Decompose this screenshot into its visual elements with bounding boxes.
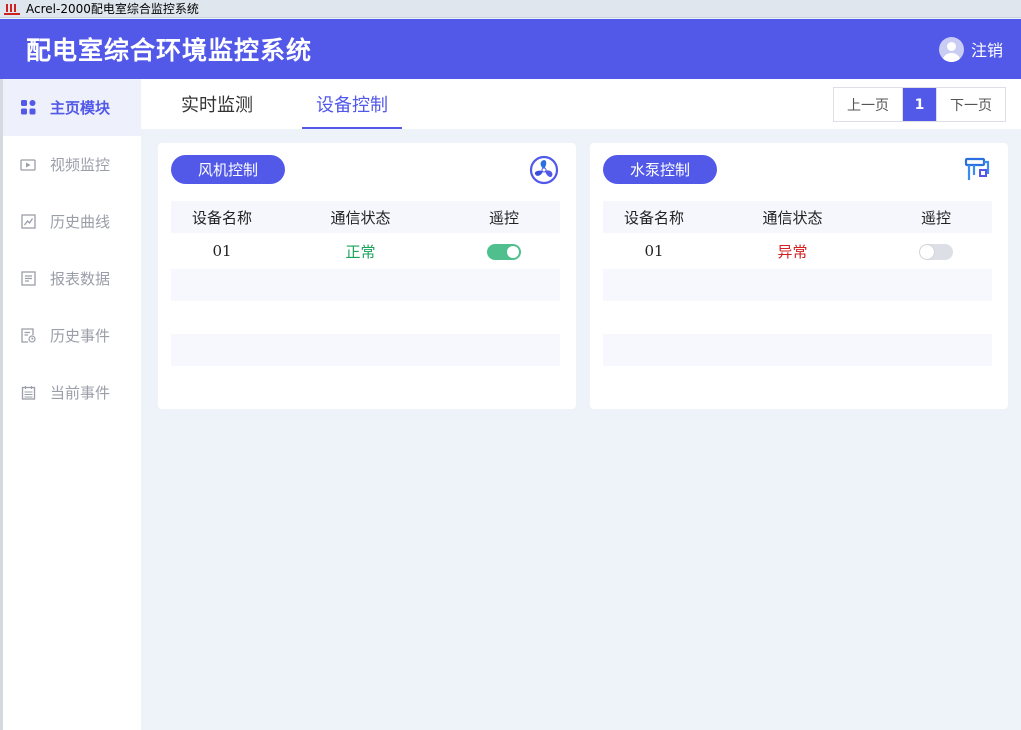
window-title: Acrel-2000配电室综合监控系统 <box>26 2 199 16</box>
column-header: 通信状态 <box>330 208 391 227</box>
sidebar-item-history-events[interactable]: 历史事件 <box>3 307 141 364</box>
table-row: 01 正常 <box>171 233 560 269</box>
table-header: 设备名称 通信状态 遥控 <box>171 201 560 233</box>
column-header: 通信状态 <box>762 208 823 227</box>
device-name: 01 <box>212 242 232 260</box>
sidebar: 主页模块 视频监控 历史曲线 报表数据 历史事件 当前事件 <box>0 79 141 730</box>
sidebar-item-label: 历史曲线 <box>50 213 111 231</box>
calendar-icon <box>20 385 36 401</box>
remote-control-toggle[interactable] <box>487 243 521 260</box>
video-icon <box>20 157 36 173</box>
page-title: 配电室综合环境监控系统 <box>26 36 313 65</box>
column-header: 遥控 <box>920 208 951 227</box>
sidebar-item-label: 视频监控 <box>50 156 111 174</box>
sidebar-item-label: 报表数据 <box>50 270 111 288</box>
pagination: 上一页 1 下一页 <box>833 87 1006 122</box>
sidebar-item-home[interactable]: 主页模块 <box>3 79 141 136</box>
table-header: 设备名称 通信状态 遥控 <box>603 201 992 233</box>
column-header: 设备名称 <box>191 208 252 227</box>
device-name: 01 <box>644 242 664 260</box>
comm-status: 正常 <box>345 242 376 261</box>
pump-control-title: 水泵控制 <box>603 155 717 184</box>
comm-status: 异常 <box>777 242 808 261</box>
table-row <box>603 334 992 366</box>
sidebar-item-label: 历史事件 <box>50 327 111 345</box>
water-pump-icon <box>963 155 993 185</box>
pump-device-table: 设备名称 通信状态 遥控 01 异常 <box>603 201 992 366</box>
sidebar-item-current-events[interactable]: 当前事件 <box>3 364 141 421</box>
table-row: 01 异常 <box>603 233 992 269</box>
sidebar-item-video[interactable]: 视频监控 <box>3 136 141 193</box>
table-row <box>171 269 560 301</box>
next-page-button[interactable]: 下一页 <box>936 88 1005 121</box>
table-row <box>603 301 992 334</box>
sidebar-item-history-curve[interactable]: 历史曲线 <box>3 193 141 250</box>
fan-control-title: 风机控制 <box>171 155 285 184</box>
prev-page-button[interactable]: 上一页 <box>834 88 903 121</box>
chart-icon <box>20 214 36 230</box>
sidebar-item-report[interactable]: 报表数据 <box>3 250 141 307</box>
fan-device-table: 设备名称 通信状态 遥控 01 正常 <box>171 201 560 366</box>
avatar-icon <box>938 36 964 62</box>
column-header: 遥控 <box>488 208 519 227</box>
sidebar-item-label: 当前事件 <box>50 384 111 402</box>
table-row <box>603 269 992 301</box>
tab-device-control[interactable]: 设备控制 <box>302 79 402 129</box>
remote-control-toggle[interactable] <box>919 243 953 260</box>
sidebar-item-label: 主页模块 <box>50 99 111 117</box>
fan-control-panel: 风机控制 设备名称 通信状态 遥控 01 正常 <box>158 143 576 409</box>
window-titlebar: Acrel-2000配电室综合监控系统 <box>0 0 1021 18</box>
history-event-icon <box>20 328 36 344</box>
fan-icon <box>529 155 559 185</box>
grid-icon <box>20 100 36 116</box>
logout-button[interactable]: 注销 <box>938 36 1003 62</box>
page-number-button[interactable]: 1 <box>903 88 936 121</box>
table-row <box>171 334 560 366</box>
tab-realtime-monitoring[interactable]: 实时监测 <box>167 79 267 129</box>
app-header: 配电室综合环境监控系统 注销 <box>0 19 1021 79</box>
pump-control-panel: 水泵控制 设备名称 通信状态 遥控 01 异常 <box>590 143 1008 409</box>
app-icon <box>4 3 20 15</box>
report-icon <box>20 271 36 287</box>
logout-label: 注销 <box>970 41 1003 60</box>
column-header: 设备名称 <box>623 208 684 227</box>
table-row <box>171 301 560 334</box>
